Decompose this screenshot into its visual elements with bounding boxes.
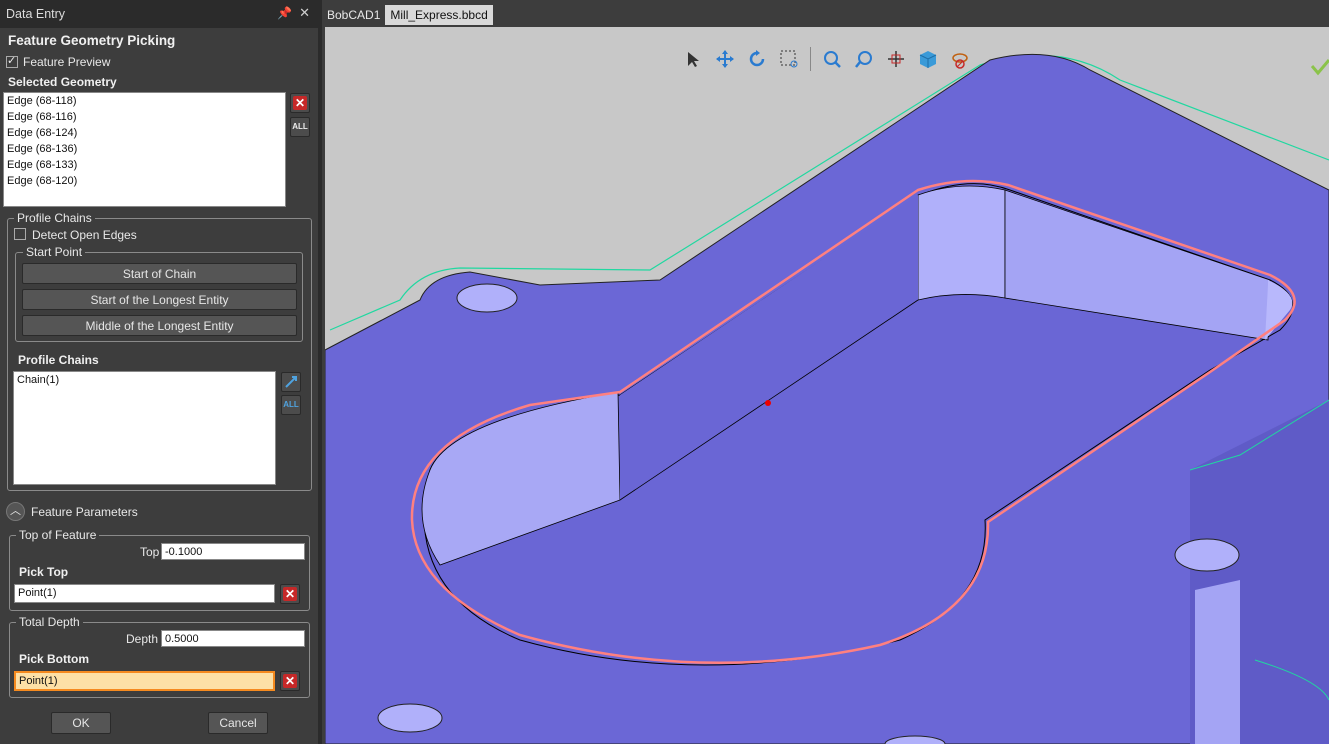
reverse-chain-icon	[285, 376, 297, 388]
document-tabs: BobCAD1 Mill_Express.bbcd	[322, 5, 493, 25]
pick-bottom-label: Pick Bottom	[19, 652, 90, 666]
close-icon: ✕	[283, 587, 297, 601]
pick-bottom-input[interactable]: Point(1)	[14, 671, 275, 691]
cancel-button[interactable]: Cancel	[208, 712, 268, 734]
panel-splitter[interactable]	[318, 0, 322, 744]
zoom-icon[interactable]	[851, 46, 877, 72]
pin-icon[interactable]: 📌	[277, 6, 292, 20]
list-item[interactable]: Edge (68-118)	[4, 93, 285, 109]
view-toolbar	[680, 44, 973, 74]
detect-open-edges-checkbox[interactable]	[14, 228, 26, 240]
reverse-chain-button[interactable]	[281, 372, 301, 392]
list-item[interactable]: Edge (68-116)	[4, 109, 285, 125]
total-depth-label: Total Depth	[16, 615, 83, 629]
hide-icon[interactable]	[947, 46, 973, 72]
reverse-all-icon: ALL	[283, 400, 299, 409]
start-longest-entity-button[interactable]: Start of the Longest Entity	[22, 289, 297, 310]
3d-viewport[interactable]	[325, 27, 1329, 744]
profile-chains-label: Profile Chains	[18, 353, 99, 367]
feature-preview-checkbox[interactable]	[6, 54, 18, 68]
close-icon[interactable]: ✕	[299, 5, 310, 21]
zoom-window-icon[interactable]	[776, 46, 802, 72]
toolbar-separator	[810, 47, 811, 71]
top-input[interactable]: -0.1000	[161, 543, 305, 560]
top-label: Top	[140, 545, 160, 559]
remove-geometry-button[interactable]: ✕	[290, 93, 310, 113]
feature-preview-label: Feature Preview	[23, 55, 111, 69]
select-arrow-icon[interactable]	[680, 46, 706, 72]
pick-top-label: Pick Top	[19, 565, 69, 579]
zoom-fit-icon[interactable]	[819, 46, 845, 72]
collapse-chevron-icon[interactable]: ︿	[6, 502, 25, 521]
close-icon: ✕	[293, 96, 307, 110]
selected-geometry-list[interactable]: Edge (68-118) Edge (68-116) Edge (68-124…	[3, 92, 286, 207]
selected-geometry-label: Selected Geometry	[8, 75, 117, 89]
depth-input[interactable]: 0.5000	[161, 630, 305, 647]
data-entry-panel: Data Entry 📌 ✕ Feature Geometry Picking …	[0, 0, 318, 744]
tab-bobcad1[interactable]: BobCAD1	[322, 5, 386, 25]
detect-open-edges-label: Detect Open Edges	[32, 228, 137, 242]
remove-all-geometry-button[interactable]: ALL	[290, 117, 310, 137]
rotate-icon[interactable]	[744, 46, 770, 72]
panel-title: Data Entry	[6, 7, 66, 21]
center-icon[interactable]	[883, 46, 909, 72]
feature-parameters-label: Feature Parameters	[31, 505, 138, 519]
reverse-all-chains-button[interactable]: ALL	[281, 395, 301, 415]
panel-titlebar: Data Entry 📌 ✕	[0, 0, 318, 28]
list-item[interactable]: Edge (68-136)	[4, 141, 285, 157]
start-of-chain-button[interactable]: Start of Chain	[22, 263, 297, 284]
list-item[interactable]: Edge (68-120)	[4, 173, 285, 189]
depth-label: Depth	[126, 632, 159, 646]
view-cube-icon[interactable]	[915, 46, 941, 72]
middle-longest-entity-button[interactable]: Middle of the Longest Entity	[22, 315, 297, 336]
list-item[interactable]: Edge (68-133)	[4, 157, 285, 173]
remove-all-icon: ALL	[292, 122, 308, 131]
list-item[interactable]: Edge (68-124)	[4, 125, 285, 141]
top-of-feature-label: Top of Feature	[16, 528, 100, 542]
clear-pick-bottom-button[interactable]: ✕	[280, 671, 300, 691]
part-model	[325, 27, 1329, 744]
clear-pick-top-button[interactable]: ✕	[280, 584, 300, 604]
start-point-group-label: Start Point	[23, 245, 86, 259]
pick-top-input[interactable]: Point(1)	[14, 584, 275, 603]
close-icon: ✕	[283, 674, 297, 688]
panel-heading: Feature Geometry Picking	[8, 33, 176, 48]
profile-chains-group-label: Profile Chains	[14, 211, 95, 225]
profile-chains-list[interactable]: Chain(1)	[13, 371, 276, 485]
ok-button[interactable]: OK	[51, 712, 111, 734]
tab-mill-express[interactable]: Mill_Express.bbcd	[385, 5, 493, 25]
list-item[interactable]: Chain(1)	[14, 372, 275, 388]
pan-icon[interactable]	[712, 46, 738, 72]
